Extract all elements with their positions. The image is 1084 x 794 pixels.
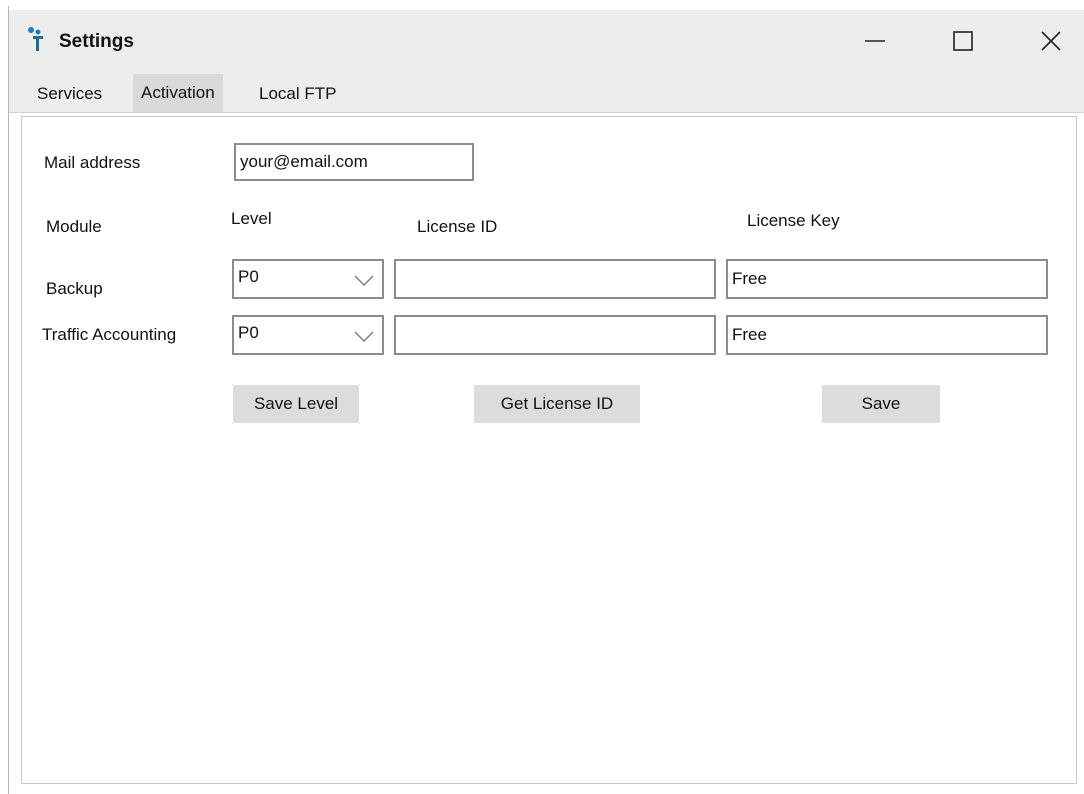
minimize-icon[interactable]	[855, 24, 895, 58]
save-button[interactable]: Save	[822, 385, 940, 423]
app-icon	[27, 26, 49, 52]
module-backup-label: Backup	[46, 279, 103, 298]
activation-panel: Mail address Module Level License ID Lic…	[21, 116, 1077, 784]
tab-bar: Services Activation Local FTP	[9, 72, 1084, 113]
window-title: Settings	[59, 31, 134, 52]
traffic-accounting-license-id-input[interactable]	[394, 315, 716, 355]
save-level-button[interactable]: Save Level	[233, 385, 359, 423]
traffic-accounting-level-value: P0	[238, 323, 259, 342]
tab-services[interactable]: Services	[29, 76, 111, 112]
tab-local-ftp[interactable]: Local FTP	[251, 76, 345, 112]
backup-level-value: P0	[238, 267, 259, 286]
backup-license-key-input[interactable]	[726, 259, 1048, 299]
backup-license-id-input[interactable]	[394, 259, 716, 299]
module-header: Module	[46, 217, 102, 236]
chevron-down-icon	[354, 328, 374, 348]
settings-window: Settings Services Activation Local FTP M…	[8, 6, 1084, 794]
module-traffic-accounting-label: Traffic Accounting	[42, 325, 177, 344]
traffic-accounting-level-dropdown[interactable]: P0	[232, 315, 384, 355]
get-license-id-button[interactable]: Get License ID	[474, 385, 640, 423]
tab-activation[interactable]: Activation	[133, 74, 223, 112]
close-icon[interactable]	[1031, 24, 1071, 58]
traffic-accounting-license-key-input[interactable]	[726, 315, 1048, 355]
mail-address-label: Mail address	[44, 153, 141, 172]
license-key-header: License Key	[747, 211, 840, 230]
license-id-header: License ID	[417, 217, 498, 236]
maximize-icon[interactable]	[943, 24, 983, 58]
title-bar[interactable]: Settings	[9, 10, 1084, 72]
backup-level-dropdown[interactable]: P0	[232, 259, 384, 299]
chevron-down-icon	[354, 272, 374, 292]
mail-address-input[interactable]	[234, 143, 474, 181]
level-header: Level	[231, 209, 272, 228]
